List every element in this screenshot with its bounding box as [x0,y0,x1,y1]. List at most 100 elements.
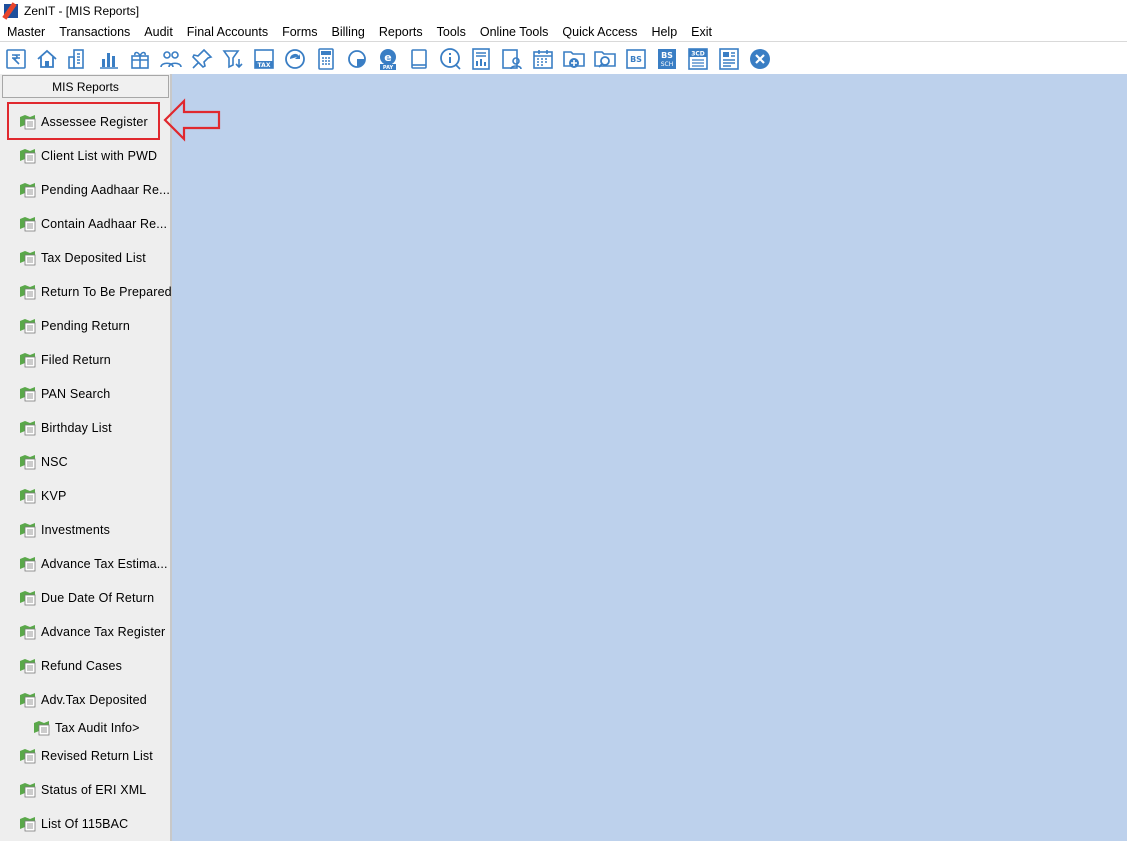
sidebar-item-label: Contain Aadhaar Re... [41,217,168,231]
menu-online-tools[interactable]: Online Tools [480,25,549,39]
home-icon[interactable] [34,46,60,72]
rupee-book-icon[interactable] [3,46,29,72]
sidebar-item-label: Investments [41,523,111,537]
menu-exit[interactable]: Exit [691,25,712,39]
sidebar-item-label: Refund Cases [41,659,123,673]
sidebar-item[interactable]: Filed Return [19,351,111,369]
sidebar-item[interactable]: Assessee Register [19,113,148,131]
svg-text:SCH: SCH [661,61,674,68]
sidebar-item-label: KVP [41,489,67,503]
report-page-icon [20,319,36,334]
mdi-workspace [172,74,1127,841]
report-icon[interactable] [468,46,494,72]
pie-icon[interactable] [344,46,370,72]
contact-icon[interactable] [499,46,525,72]
sidebar-item[interactable]: Contain Aadhaar Re... [19,215,167,233]
app-logo-icon [4,4,18,18]
sidebar-item[interactable]: List Of 115BAC [19,815,128,833]
close-circle-icon[interactable] [747,46,773,72]
menu-reports[interactable]: Reports [379,25,423,39]
report-page-icon [20,251,36,266]
sidebar-item[interactable]: Investments [19,521,110,539]
sidebar-item[interactable]: PAN Search [19,385,110,403]
building-icon[interactable] [65,46,91,72]
gift-icon[interactable] [127,46,153,72]
bs-icon[interactable]: BS [623,46,649,72]
form-icon[interactable] [716,46,742,72]
sidebar-item[interactable]: Tax Audit Info> [33,719,140,737]
bs-sch-icon[interactable]: BS SCH [654,46,680,72]
sidebar-item[interactable]: Due Date Of Return [19,589,154,607]
sidebar-item-label: Due Date Of Return [41,591,155,605]
sidebar-item[interactable]: Status of ERI XML [19,781,146,799]
sidebar-item[interactable]: Adv.Tax Deposited [19,691,147,709]
sidebar-item-label: Assessee Register [41,115,148,129]
calendar-icon[interactable] [530,46,556,72]
report-page-icon [20,489,36,504]
window-title: ZenIT - [MIS Reports] [24,4,140,18]
menu-help[interactable]: Help [651,25,677,39]
sidebar-item[interactable]: Pending Return [19,317,130,335]
pin-icon[interactable] [189,46,215,72]
report-page-icon [20,183,36,198]
bar-chart-icon[interactable] [96,46,122,72]
folder-add-icon[interactable] [561,46,587,72]
menu-billing[interactable]: Billing [332,25,365,39]
report-page-icon [20,149,36,164]
sidebar-item[interactable]: Birthday List [19,419,112,437]
sidebar-item-label: Tax Deposited List [41,251,146,265]
report-page-icon [34,721,50,736]
report-page-icon [20,783,36,798]
calculator-icon[interactable] [313,46,339,72]
info-icon[interactable] [437,46,463,72]
3cd-icon[interactable]: 3CD [685,46,711,72]
report-page-icon [20,455,36,470]
menu-audit[interactable]: Audit [144,25,173,39]
report-page-icon [20,353,36,368]
svg-text:PAY: PAY [383,65,394,71]
sidebar-item-label: Birthday List [41,421,112,435]
svg-text:BS: BS [661,51,673,60]
title-bar: ZenIT - [MIS Reports] [0,0,1127,22]
sidebar-item-label: Return To Be Prepared [41,285,172,299]
tax-icon[interactable]: TAX [251,46,277,72]
sidebar-item[interactable]: Return To Be Prepared [19,283,172,301]
users-icon[interactable] [158,46,184,72]
sidebar-item[interactable]: Advance Tax Register [19,623,165,641]
report-page-icon [20,749,36,764]
filter-icon[interactable] [220,46,246,72]
sidebar-item[interactable]: Tax Deposited List [19,249,146,267]
book-icon[interactable] [406,46,432,72]
refresh-icon[interactable] [282,46,308,72]
epay-icon[interactable]: e PAY [375,46,401,72]
sidebar-item-label: Filed Return [41,353,111,367]
report-page-icon [20,625,36,640]
report-page-icon [20,523,36,538]
menu-quick-access[interactable]: Quick Access [562,25,637,39]
sidebar-item-label: Status of ERI XML [41,783,147,797]
folder-search-icon[interactable] [592,46,618,72]
menu-tools[interactable]: Tools [437,25,466,39]
report-page-icon [20,421,36,436]
toolbar: TAX e PAY BS BS SCH 3CD [0,43,1127,74]
svg-text:3CD: 3CD [691,50,705,57]
sidebar-item[interactable]: Refund Cases [19,657,122,675]
menu-final-accounts[interactable]: Final Accounts [187,25,268,39]
sidebar-item[interactable]: Client List with PWD [19,147,157,165]
sidebar-item[interactable]: Advance Tax Estima... [19,555,168,573]
menu-forms[interactable]: Forms [282,25,317,39]
report-page-icon [20,557,36,572]
sidebar-item-label: Client List with PWD [41,149,158,163]
sidebar-item-label: Advance Tax Estima... [41,557,168,571]
sidebar-item[interactable]: Revised Return List [19,747,153,765]
report-page-icon [20,217,36,232]
sidebar-item[interactable]: NSC [19,453,68,471]
sidebar-item-label: Tax Audit Info> [55,721,140,735]
menu-master[interactable]: Master [7,25,45,39]
menu-transactions[interactable]: Transactions [59,25,130,39]
report-page-icon [20,285,36,300]
sidebar-item-label: List Of 115BAC [41,817,129,831]
sidebar-item-label: Pending Return [41,319,130,333]
sidebar-item[interactable]: KVP [19,487,66,505]
sidebar-item[interactable]: Pending Aadhaar Re... [19,181,170,199]
